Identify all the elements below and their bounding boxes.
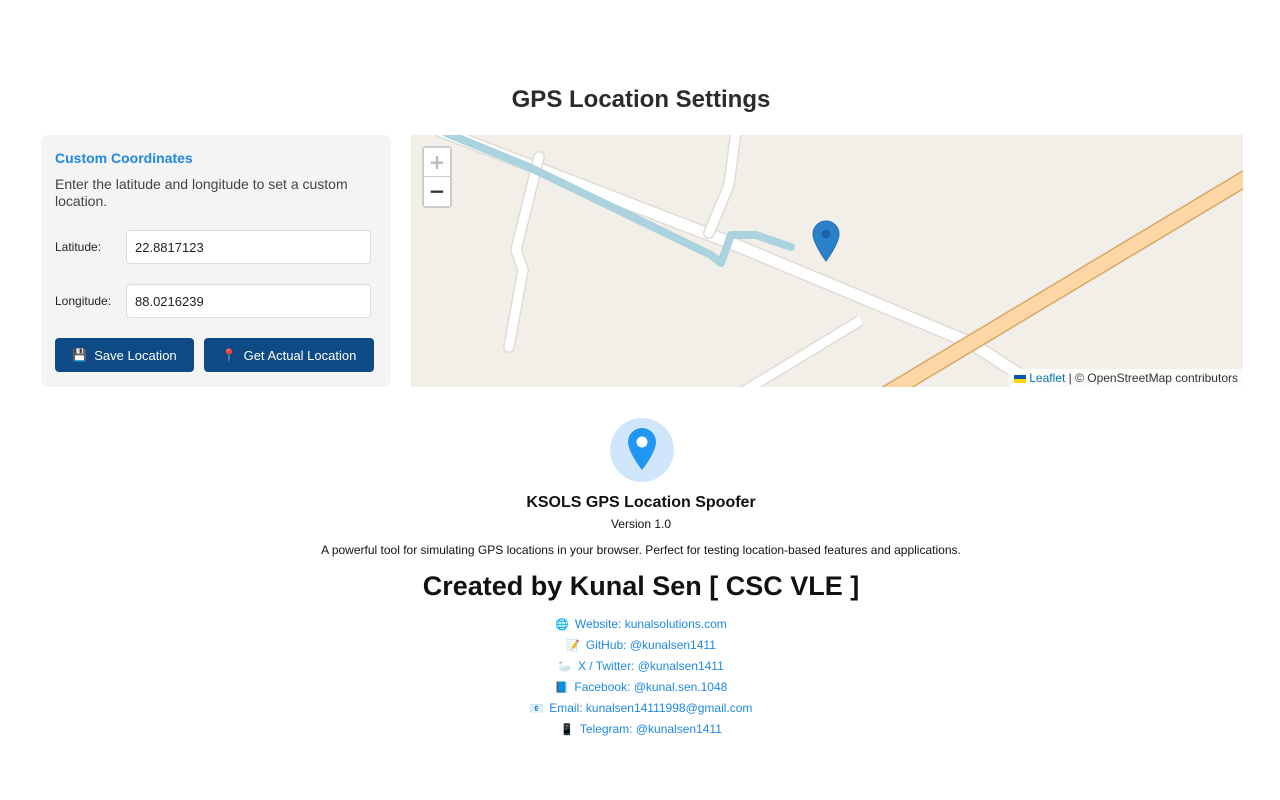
longitude-label: Longitude: bbox=[55, 294, 112, 308]
zoom-control: + − bbox=[422, 146, 452, 208]
twitter-link[interactable]: 🦢 X / Twitter: @kunalsen1411 bbox=[558, 659, 724, 673]
phone-icon: 📱 bbox=[560, 724, 574, 736]
longitude-input[interactable] bbox=[126, 284, 371, 318]
bird-icon: 🦢 bbox=[558, 661, 572, 673]
custom-coordinates-heading: Custom Coordinates bbox=[55, 150, 193, 166]
app-name: KSOLS GPS Location Spoofer bbox=[526, 494, 756, 511]
osm-attribution-text: | © OpenStreetMap contributors bbox=[1065, 371, 1238, 385]
get-actual-location-button[interactable]: 📍 Get Actual Location bbox=[204, 338, 374, 372]
telegram-link[interactable]: 📱 Telegram: @kunalsen1411 bbox=[560, 722, 722, 736]
telegram-link-item: 📱 Telegram: @kunalsen1411 bbox=[0, 719, 1280, 740]
location-pin-icon bbox=[628, 428, 656, 470]
latitude-label: Latitude: bbox=[55, 240, 102, 254]
github-link-item: 📝 GitHub: @kunalsen1411 bbox=[0, 635, 1280, 656]
memo-icon: 📝 bbox=[566, 640, 580, 652]
app-tagline: A powerful tool for simulating GPS locat… bbox=[321, 543, 961, 557]
map-attribution: Leaflet | © OpenStreetMap contributors bbox=[1009, 369, 1243, 387]
save-location-label: Save Location bbox=[94, 347, 177, 363]
ukraine-flag-icon bbox=[1014, 374, 1027, 383]
app-version: Version 1.0 bbox=[610, 517, 672, 531]
custom-coordinates-panel: Custom Coordinates Enter the latitude an… bbox=[41, 135, 391, 387]
map-view[interactable]: + − Leaflet | © OpenStreetMap contributo… bbox=[411, 135, 1243, 387]
website-link-item: 🌐 Website: kunalsolutions.com bbox=[0, 614, 1280, 635]
contact-links: 🌐 Website: kunalsolutions.com 📝 GitHub: @k… bbox=[0, 614, 1280, 740]
email-link[interactable]: 📧 Email: kunalsen14111998@gmail.com bbox=[530, 701, 753, 715]
save-location-button[interactable]: 💾 Save Location bbox=[55, 338, 194, 372]
floppy-disk-icon: 💾 bbox=[72, 348, 88, 362]
zoom-in-button[interactable]: + bbox=[424, 148, 450, 177]
email-link-item: 📧 Email: kunalsen14111998@gmail.com bbox=[0, 698, 1280, 719]
website-link[interactable]: 🌐 Website: kunalsolutions.com bbox=[555, 617, 727, 631]
app-logo bbox=[610, 418, 674, 482]
book-icon: 📘 bbox=[554, 682, 569, 694]
latitude-row: Latitude: bbox=[55, 230, 371, 264]
map-tiles bbox=[411, 135, 1243, 387]
page-title: GPS Location Settings bbox=[511, 86, 771, 113]
email-icon: 📧 bbox=[529, 703, 544, 715]
twitter-link-item: 🦢 X / Twitter: @kunalsen1411 bbox=[0, 656, 1280, 677]
leaflet-link[interactable]: Leaflet bbox=[1029, 371, 1065, 385]
facebook-link[interactable]: 📘 Facebook: @kunal.sen.1048 bbox=[555, 680, 728, 694]
latitude-input[interactable] bbox=[126, 230, 371, 264]
longitude-row: Longitude: bbox=[55, 284, 371, 318]
globe-icon: 🌐 bbox=[555, 619, 569, 631]
custom-coordinates-description: Enter the latitude and longitude to set … bbox=[55, 176, 348, 209]
creator-heading: Created by Kunal Sen [ CSC VLE ] bbox=[422, 571, 860, 601]
facebook-link-item: 📘 Facebook: @kunal.sen.1048 bbox=[0, 677, 1280, 698]
zoom-out-button[interactable]: − bbox=[424, 177, 450, 206]
pushpin-icon: 📍 bbox=[221, 348, 237, 362]
github-link[interactable]: 📝 GitHub: @kunalsen1411 bbox=[566, 638, 716, 652]
get-actual-location-label: Get Actual Location bbox=[243, 347, 357, 363]
